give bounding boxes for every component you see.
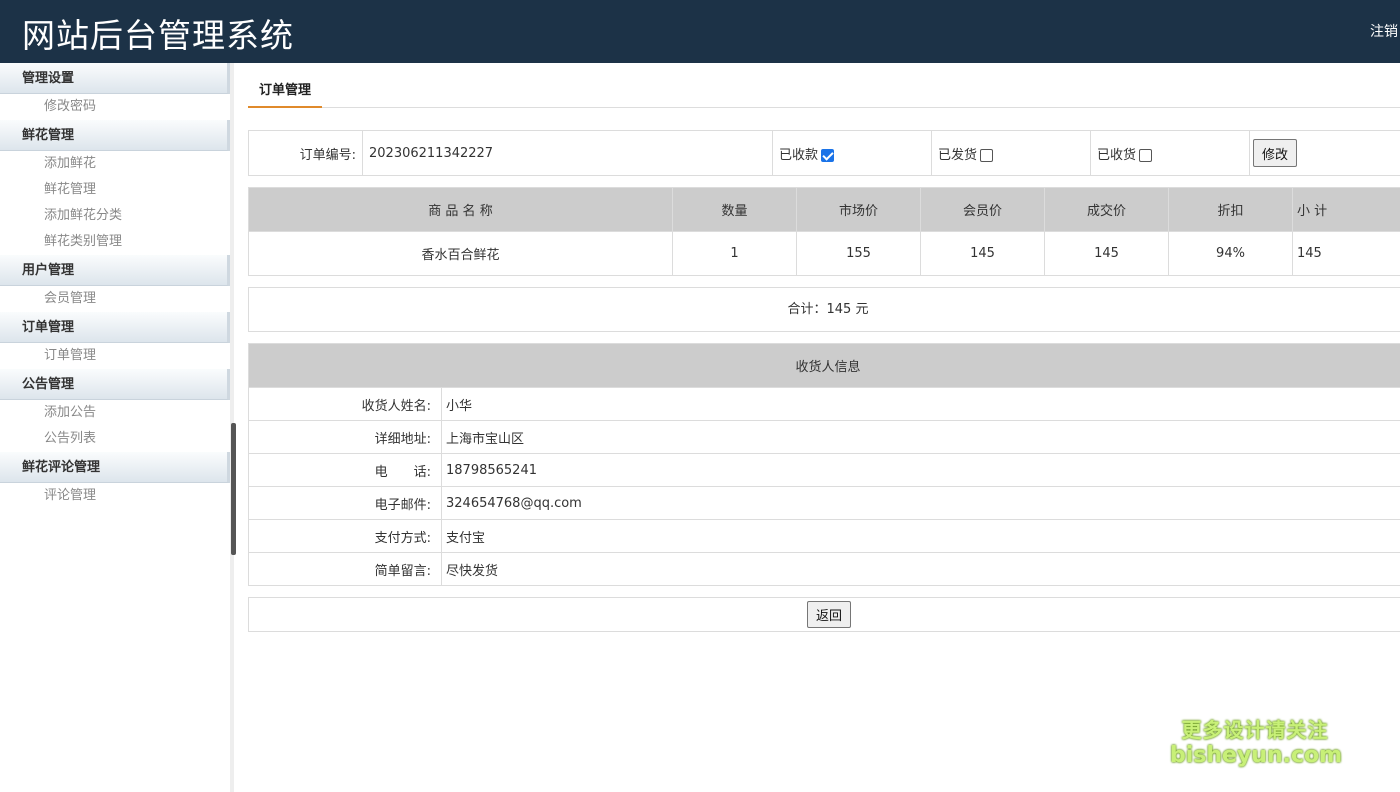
- sidebar-item-review-management[interactable]: 评论管理: [0, 483, 230, 509]
- shipped-cell: 已发货: [931, 130, 1091, 176]
- sidebar-splitter: [230, 63, 236, 792]
- cell-deal-price: 145: [1044, 231, 1169, 276]
- sidebar-group-flower-review-management[interactable]: 鲜花评论管理: [0, 452, 230, 483]
- sidebar-group-announcement-management[interactable]: 公告管理: [0, 369, 230, 400]
- table-row: 香水百合鲜花 1 155 145 145 94% 145: [248, 231, 1400, 276]
- cell-market-price: 155: [796, 231, 921, 276]
- receiver-address-label: 详细地址:: [248, 420, 442, 454]
- message-value: 尽快发货: [441, 552, 1400, 586]
- watermark-line1: 更多设计请关注: [1181, 718, 1329, 742]
- sidebar-item-flower-management[interactable]: 鲜花管理: [0, 177, 230, 203]
- order-number-label: 订单编号:: [248, 130, 363, 176]
- table-row: 电子邮件: 324654768@qq.com: [248, 486, 1400, 520]
- col-market-price: 市场价: [796, 187, 921, 232]
- table-row: 收货人姓名: 小华: [248, 387, 1400, 421]
- logout-link[interactable]: 注销: [1370, 21, 1400, 41]
- col-product-name: 商 品 名 称: [248, 187, 673, 232]
- payment-method-value: 支付宝: [441, 519, 1400, 553]
- receiver-phone-value: 18798565241: [441, 453, 1400, 487]
- sidebar-group-admin-settings[interactable]: 管理设置: [0, 63, 230, 94]
- shipped-checkbox[interactable]: [980, 148, 994, 162]
- table-row: 电 话: 18798565241: [248, 453, 1400, 487]
- sidebar-item-order-management[interactable]: 订单管理: [0, 343, 230, 369]
- receiver-info-title: 收货人信息: [248, 343, 1400, 388]
- sidebar-group-flower-management[interactable]: 鲜花管理: [0, 120, 230, 151]
- received-cell: 已收货: [1090, 130, 1250, 176]
- sidebar-item-flower-category-management[interactable]: 鲜花类别管理: [0, 229, 230, 255]
- table-row: 简单留言: 尽快发货: [248, 552, 1400, 586]
- shipped-label: 已发货: [938, 147, 978, 163]
- col-subtotal: 小 计: [1292, 187, 1400, 232]
- table-row: 支付方式: 支付宝: [248, 519, 1400, 553]
- col-deal-price: 成交价: [1044, 187, 1169, 232]
- sidebar-item-add-announcement[interactable]: 添加公告: [0, 400, 230, 426]
- watermark-line2: bisheyun.com: [1170, 743, 1343, 768]
- receiver-name-value: 小华: [441, 387, 1400, 421]
- payment-method-label: 支付方式:: [248, 519, 442, 553]
- table-header-row: 商 品 名 称 数量 市场价 会员价 成交价 折扣 小 计: [248, 187, 1400, 232]
- cell-quantity: 1: [672, 231, 797, 276]
- tab-bar: 订单管理: [248, 77, 1400, 108]
- sidebar-item-change-password[interactable]: 修改密码: [0, 94, 230, 120]
- watermark: 更多设计请关注 bisheyun.com: [1170, 714, 1343, 768]
- receiver-address-value: 上海市宝山区: [441, 420, 1400, 454]
- col-discount: 折扣: [1168, 187, 1293, 232]
- receiver-name-label: 收货人姓名:: [248, 387, 442, 421]
- sidebar-item-add-flower[interactable]: 添加鲜花: [0, 151, 230, 177]
- modify-button[interactable]: 修改: [1253, 139, 1297, 167]
- sidebar-group-user-management[interactable]: 用户管理: [0, 255, 230, 286]
- cell-member-price: 145: [920, 231, 1045, 276]
- receiver-email-label: 电子邮件:: [248, 486, 442, 520]
- paid-label: 已收款: [779, 147, 819, 163]
- order-number-value: 202306211342227: [362, 130, 773, 176]
- sidebar-item-announcement-list[interactable]: 公告列表: [0, 426, 230, 452]
- sidebar-item-add-flower-category[interactable]: 添加鲜花分类: [0, 203, 230, 229]
- received-label: 已收货: [1097, 147, 1137, 163]
- modify-cell: 修改: [1249, 130, 1400, 176]
- receiver-info-table: 收货人信息 收货人姓名: 小华 详细地址: 上海市宝山区 电 话: 187985…: [248, 343, 1400, 586]
- order-total: 合计：145 元: [248, 287, 1400, 332]
- back-button[interactable]: 返回: [807, 601, 851, 628]
- back-row: 返回: [248, 597, 1400, 632]
- site-title: 网站后台管理系统: [22, 16, 294, 55]
- splitter-handle[interactable]: [231, 423, 236, 555]
- tab-order-management[interactable]: 订单管理: [248, 77, 322, 108]
- received-checkbox[interactable]: [1139, 148, 1153, 162]
- top-header: 网站后台管理系统 注销: [0, 0, 1400, 63]
- message-label: 简单留言:: [248, 552, 442, 586]
- col-quantity: 数量: [672, 187, 797, 232]
- order-status-table: 订单编号: 202306211342227 已收款 已发货 已收货 修改: [248, 130, 1400, 176]
- col-member-price: 会员价: [920, 187, 1045, 232]
- order-items-table: 商 品 名 称 数量 市场价 会员价 成交价 折扣 小 计 香水百合鲜花 1 1…: [248, 187, 1400, 276]
- sidebar: 管理设置 修改密码 鲜花管理 添加鲜花 鲜花管理 添加鲜花分类 鲜花类别管理 用…: [0, 63, 230, 792]
- sidebar-group-order-management[interactable]: 订单管理: [0, 312, 230, 343]
- table-row: 详细地址: 上海市宝山区: [248, 420, 1400, 454]
- paid-checkbox[interactable]: [821, 148, 835, 162]
- receiver-email-value: 324654768@qq.com: [441, 486, 1400, 520]
- receiver-phone-label: 电 话:: [248, 453, 442, 487]
- cell-subtotal: 145: [1292, 231, 1400, 276]
- paid-cell: 已收款: [772, 130, 932, 176]
- sidebar-item-member-management[interactable]: 会员管理: [0, 286, 230, 312]
- cell-product-name: 香水百合鲜花: [248, 231, 673, 276]
- cell-discount: 94%: [1168, 231, 1293, 276]
